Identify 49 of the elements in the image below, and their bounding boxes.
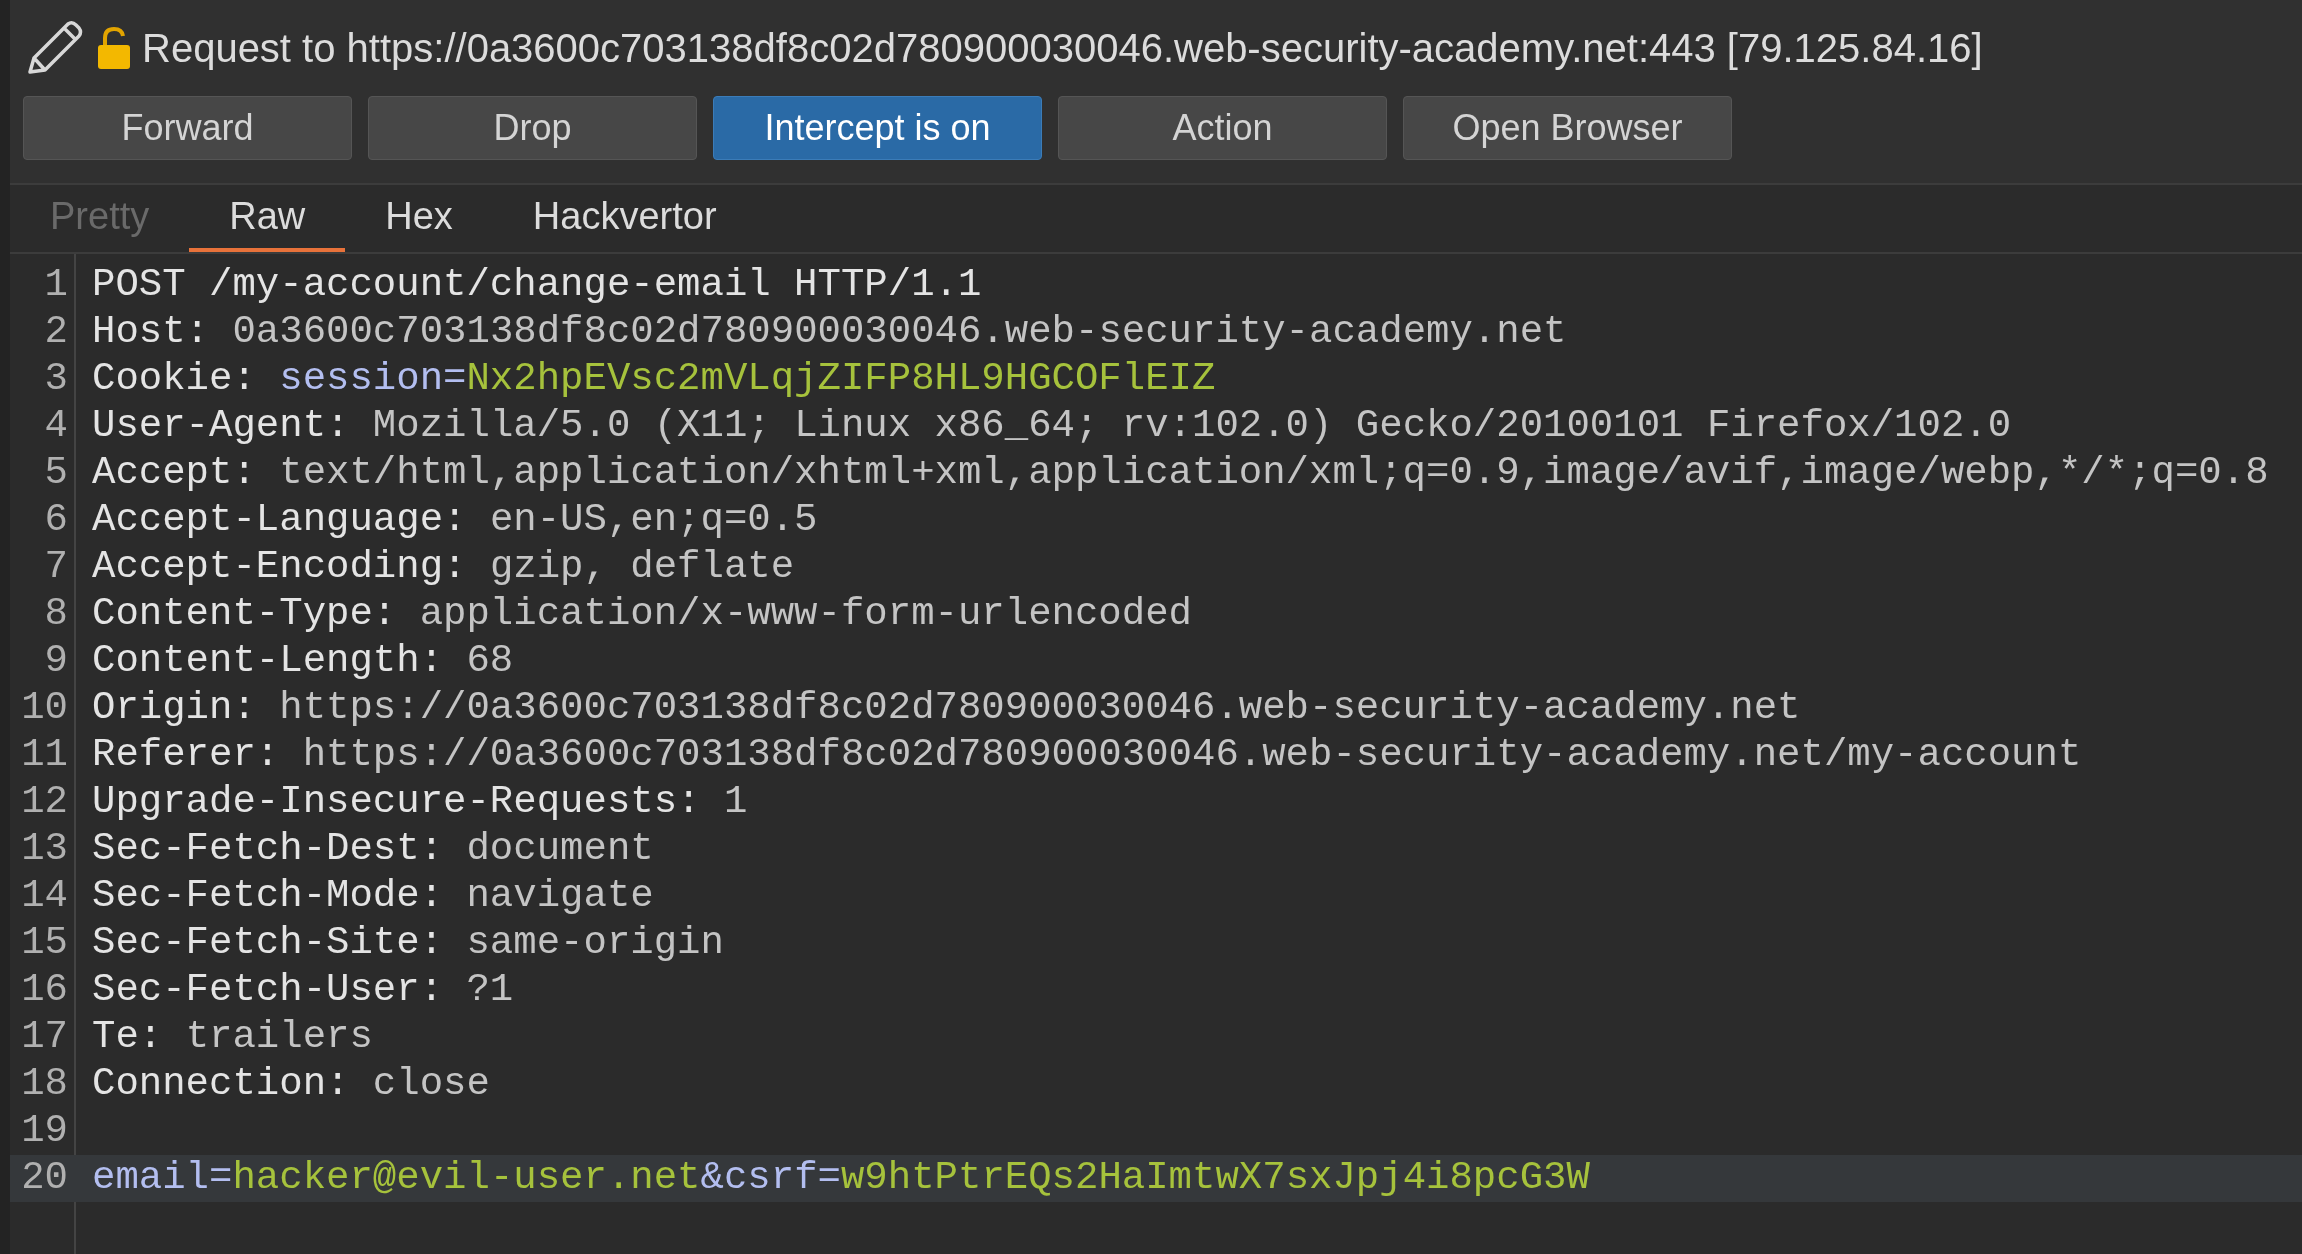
line-number: 13 — [20, 826, 68, 874]
code-line: Sec-Fetch-Site: same-origin — [92, 920, 724, 968]
line-number: 4 — [43, 403, 68, 451]
line-number: 9 — [43, 638, 68, 686]
line-number: 20 — [20, 1155, 68, 1203]
request-title: Request to https://0a3600c703138df8c02d780900030046.web-security-academy.net:443 [79.125.84.16] — [142, 25, 1983, 72]
code-line: Sec-Fetch-Mode: navigate — [92, 873, 654, 921]
line-number: 8 — [43, 591, 68, 639]
line-number: 11 — [20, 732, 68, 780]
line-number: 2 — [43, 309, 68, 357]
line-number: 18 — [20, 1061, 68, 1109]
code-line: Upgrade-Insecure-Requests: 1 — [92, 779, 748, 827]
code-line: Origin: https://0a3600c703138df8c02d780900030046.web-security-academy.net — [92, 685, 1801, 733]
line-number: 10 — [20, 685, 68, 733]
code-line: Sec-Fetch-User: ?1 — [92, 967, 514, 1015]
code-line: email=hacker@evil-user.net&csrf=w9htPtrEQs2HaImtwX7sxJpj4i8pcG3W — [92, 1155, 1590, 1203]
toolbar-button[interactable]: Action — [1058, 96, 1387, 160]
editor-tab[interactable]: Raw — [189, 185, 346, 252]
code-line: Host: 0a3600c703138df8c02d780900030046.web-security-academy.net — [92, 309, 1567, 357]
code-line: User-Agent: Mozilla/5.0 (X11; Linux x86_64; rv:102.0) Gecko/20100101 Firefox/102.0 — [92, 403, 2012, 451]
code-line: Accept-Encoding: gzip, deflate — [92, 544, 795, 592]
code-line: Content-Length: 68 — [92, 638, 514, 686]
line-number: 3 — [43, 356, 68, 404]
line-number: 19 — [20, 1108, 68, 1156]
padlock-icon — [96, 26, 132, 70]
editor-tab[interactable]: Hackvertor — [492, 185, 757, 252]
code-line: Te: trailers — [92, 1014, 373, 1062]
line-number: 7 — [43, 544, 68, 592]
code-line: Connection: close — [92, 1061, 490, 1109]
line-number: 12 — [20, 779, 68, 827]
toolbar-button[interactable]: Forward — [23, 96, 352, 160]
code-line: Accept: text/html,application/xhtml+xml,application/xml;q=0.9,image/avif,image/webp,*/*;q=0.8 — [92, 450, 2269, 498]
line-number: 1 — [43, 262, 68, 310]
code-line: Referer: https://0a3600c703138df8c02d780900030046.web-security-academy.net/my-account — [92, 732, 2082, 780]
code-line: Content-Type: application/x-www-form-urlencoded — [92, 591, 1192, 639]
editor-tab[interactable]: Hex — [345, 185, 493, 252]
code-line: Sec-Fetch-Dest: document — [92, 826, 654, 874]
toolbar-button[interactable]: Drop — [368, 96, 697, 160]
code-line: Accept-Language: en-US,en;q=0.5 — [92, 497, 818, 545]
line-number: 5 — [43, 450, 68, 498]
line-number: 17 — [20, 1014, 68, 1062]
line-number: 14 — [20, 873, 68, 921]
toolbar-button[interactable]: Intercept is on — [713, 96, 1042, 160]
line-number: 6 — [43, 497, 68, 545]
line-number: 16 — [20, 967, 68, 1015]
line-number: 15 — [20, 920, 68, 968]
code-line: POST /my-account/change-email HTTP/1.1 — [92, 262, 982, 310]
toolbar-button[interactable]: Open Browser — [1403, 96, 1732, 160]
code-line: Cookie: session=Nx2hpEVsc2mVLqjZIFP8HL9HGCOFlEIZ — [92, 356, 1216, 404]
